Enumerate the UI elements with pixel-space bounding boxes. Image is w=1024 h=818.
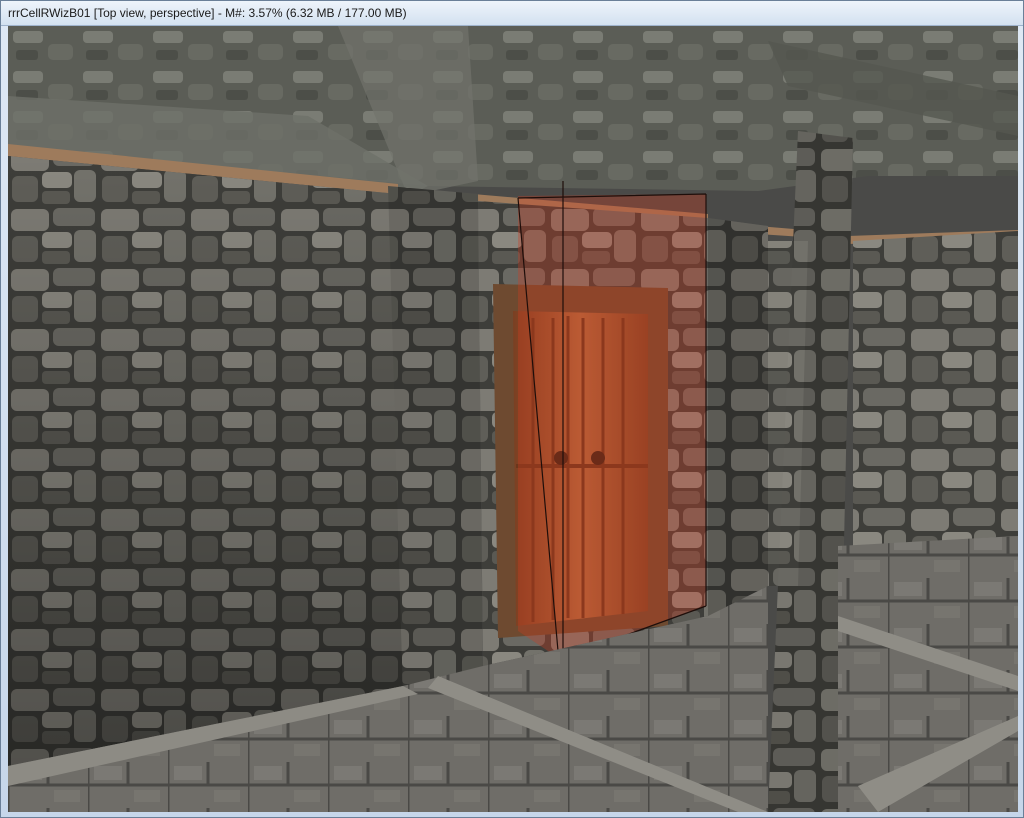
left-stone-wall xyxy=(8,156,403,766)
viewport-render xyxy=(8,26,1018,812)
corner-pillar xyxy=(388,186,483,696)
application-window: rrrCellRWizB01 [Top view, perspective] -… xyxy=(0,0,1024,818)
selection-highlight xyxy=(517,181,707,659)
title-bar[interactable]: rrrCellRWizB01 [Top view, perspective] -… xyxy=(1,1,1023,26)
window-title: rrrCellRWizB01 [Top view, perspective] -… xyxy=(8,6,407,20)
3d-viewport[interactable] xyxy=(8,26,1018,812)
